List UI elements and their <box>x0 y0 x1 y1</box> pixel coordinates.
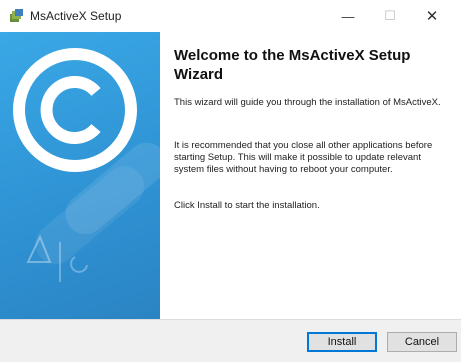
cancel-button[interactable]: Cancel <box>387 332 457 352</box>
instruction-text: Click Install to start the installation. <box>174 200 320 211</box>
intro-text: This wizard will guide you through the i… <box>174 97 441 108</box>
copyright-logo-graphic <box>13 48 160 282</box>
window-title: MsActiveX Setup <box>30 9 122 23</box>
button-bar: Install Cancel <box>0 319 461 362</box>
recommendation-text: It is recommended that you close all oth… <box>174 140 433 175</box>
close-button[interactable]: ✕ <box>412 0 452 32</box>
install-button[interactable]: Install <box>307 332 377 352</box>
installer-icon <box>9 8 25 24</box>
wizard-content: Welcome to the MsActiveX Setup Wizard Th… <box>160 32 461 319</box>
title-bar: MsActiveX Setup — ☐ ✕ <box>0 0 461 32</box>
minimize-button[interactable]: — <box>328 0 368 32</box>
wizard-side-banner <box>0 32 160 319</box>
maximize-button[interactable]: ☐ <box>370 0 410 32</box>
page-title: Welcome to the MsActiveX Setup Wizard <box>174 47 411 83</box>
